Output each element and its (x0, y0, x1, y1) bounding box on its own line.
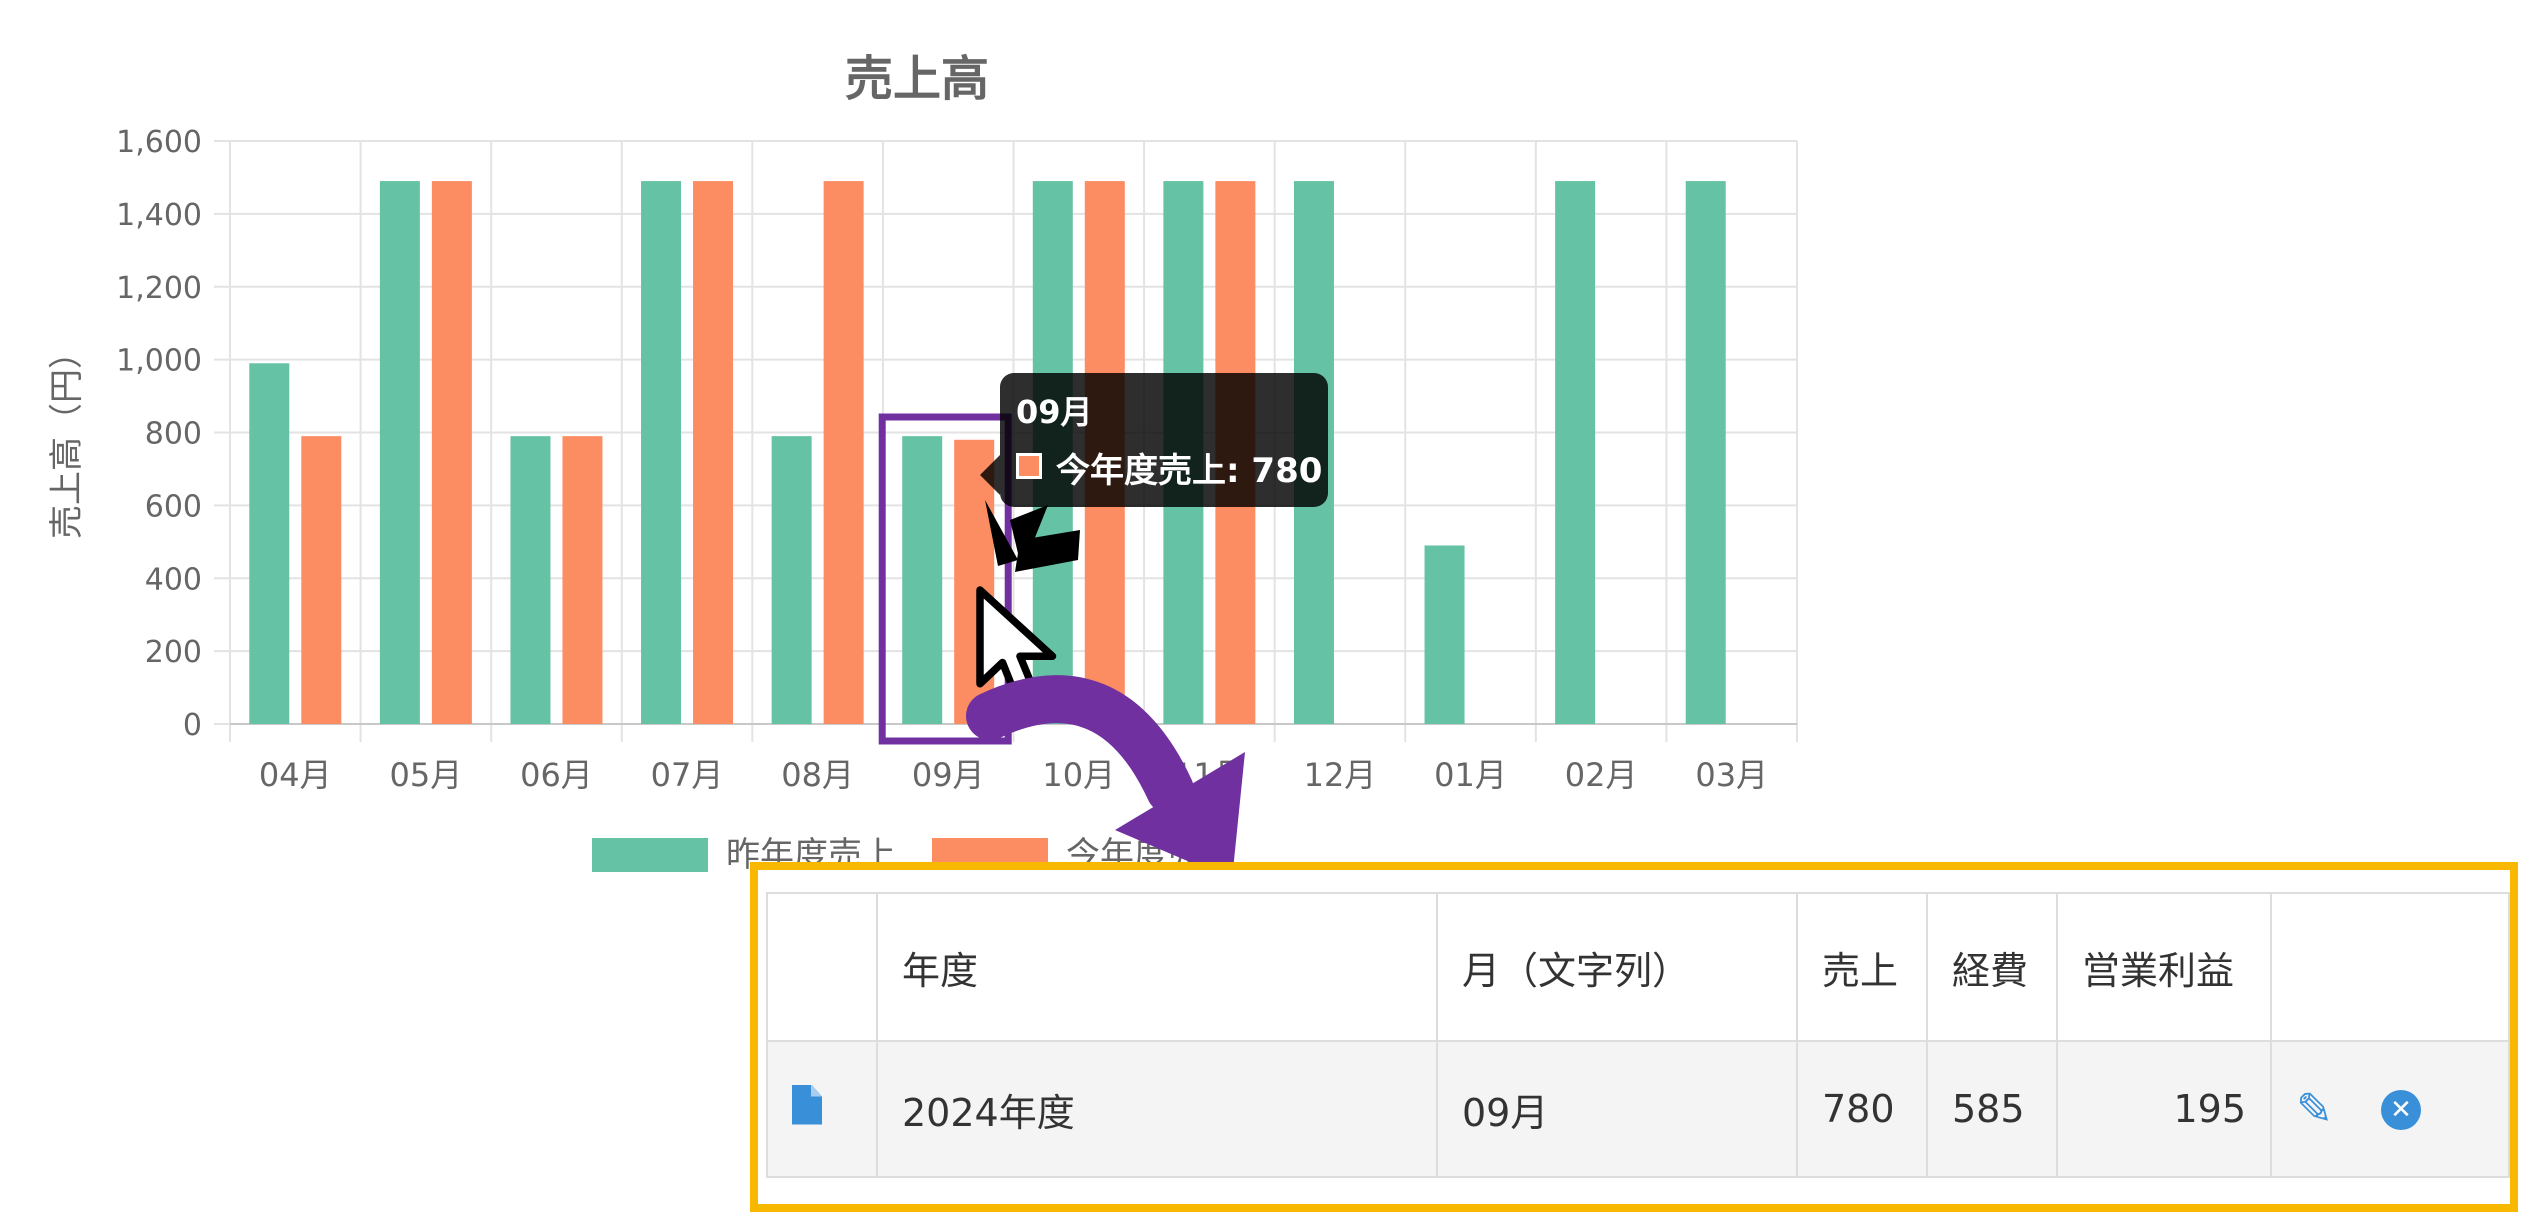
y-tick-label: 0 (183, 708, 202, 743)
x-tick-label: 04月 (259, 756, 332, 794)
tooltip-title: 09月 (1016, 393, 1093, 431)
chart-title: 売上高 (845, 51, 989, 107)
header-actions (2270, 892, 2510, 1042)
tooltip-swatch (1016, 453, 1042, 479)
header-month: 月（文字列） (1436, 892, 1798, 1042)
x-tick-label: 09月 (912, 756, 985, 794)
tooltip-value: 今年度売上: 780 (1056, 451, 1323, 491)
y-tick-label: 800 (145, 417, 202, 452)
table-header-row: 年度 月（文字列） 売上 経費 営業利益 (766, 892, 2510, 1042)
y-tick-label: 1,400 (116, 198, 202, 233)
tooltip-pointer (980, 455, 1000, 495)
cell-expense: 585 (1926, 1040, 2058, 1178)
bar-昨年度売上-01月 (1424, 545, 1465, 724)
table-row[interactable]: 2024年度 09月 780 585 195 ✎ ✕ (766, 1040, 2510, 1178)
x-tick-label: 05月 (390, 756, 463, 794)
x-tick-label: 03月 (1695, 756, 1768, 794)
x-tick-label: 06月 (520, 756, 593, 794)
data-table-panel: 年度 月（文字列） 売上 経費 営業利益 2024年度 09月 780 585 … (750, 862, 2518, 1212)
x-tick-label: 02月 (1565, 756, 1638, 794)
y-tick-label: 1,000 (116, 344, 202, 379)
y-tick-label: 200 (145, 635, 202, 670)
pencil-icon[interactable]: ✎ (2296, 1088, 2333, 1132)
x-tick-label: 07月 (651, 756, 724, 794)
bar-今年度売上-07月 (693, 181, 734, 725)
cell-sales: 780 (1796, 1040, 1928, 1178)
y-tick-label: 1,600 (116, 125, 202, 160)
bar-昨年度売上-06月 (510, 436, 551, 724)
cell-year: 2024年度 (876, 1040, 1438, 1178)
bar-今年度売上-08月 (823, 181, 864, 725)
cell-month: 09月 (1436, 1040, 1798, 1178)
x-tick-label: 10月 (1042, 756, 1115, 794)
row-icon-cell (766, 1040, 878, 1178)
bar-今年度売上-05月 (431, 181, 472, 725)
header-icon-col (766, 892, 878, 1042)
bar-昨年度売上-09月 (902, 436, 943, 724)
legend-swatch (592, 838, 708, 872)
close-circle-icon[interactable]: ✕ (2380, 1090, 2421, 1131)
bar-昨年度売上-02月 (1555, 181, 1596, 725)
bar-昨年度売上-04月 (249, 363, 290, 724)
x-tick-label: 08月 (781, 756, 854, 794)
file-icon[interactable] (792, 1084, 822, 1125)
bar-昨年度売上-08月 (771, 436, 812, 724)
y-tick-label: 1,200 (116, 271, 202, 306)
header-profit: 営業利益 (2056, 892, 2272, 1042)
x-tick-label: 12月 (1304, 756, 1377, 794)
x-tick-label: 01月 (1434, 756, 1507, 794)
x-tick-labels: 04月05月06月07月08月09月10月11月12月01月02月03月 (259, 756, 1768, 794)
header-expense: 経費 (1926, 892, 2058, 1042)
bar-今年度売上-06月 (562, 436, 603, 724)
cell-actions: ✎ ✕ (2270, 1040, 2510, 1178)
header-sales: 売上 (1796, 892, 1928, 1042)
y-tick-labels: 0 200 400 600 800 1,000 1,200 1,400 1,600 (116, 125, 202, 743)
chart-tooltip: 09月 今年度売上: 780 (980, 373, 1328, 507)
header-year: 年度 (876, 892, 1438, 1042)
y-axis-label: 売上高（円） (47, 335, 87, 539)
bar-昨年度売上-05月 (379, 181, 420, 725)
bar-昨年度売上-03月 (1685, 181, 1726, 725)
y-tick-label: 400 (145, 562, 202, 597)
bar-今年度売上-04月 (301, 436, 342, 724)
y-tick-label: 600 (145, 489, 202, 524)
bar-昨年度売上-07月 (641, 181, 682, 725)
cell-profit: 195 (2056, 1040, 2272, 1178)
data-table: 年度 月（文字列） 売上 経費 営業利益 2024年度 09月 780 585 … (766, 892, 2510, 1178)
